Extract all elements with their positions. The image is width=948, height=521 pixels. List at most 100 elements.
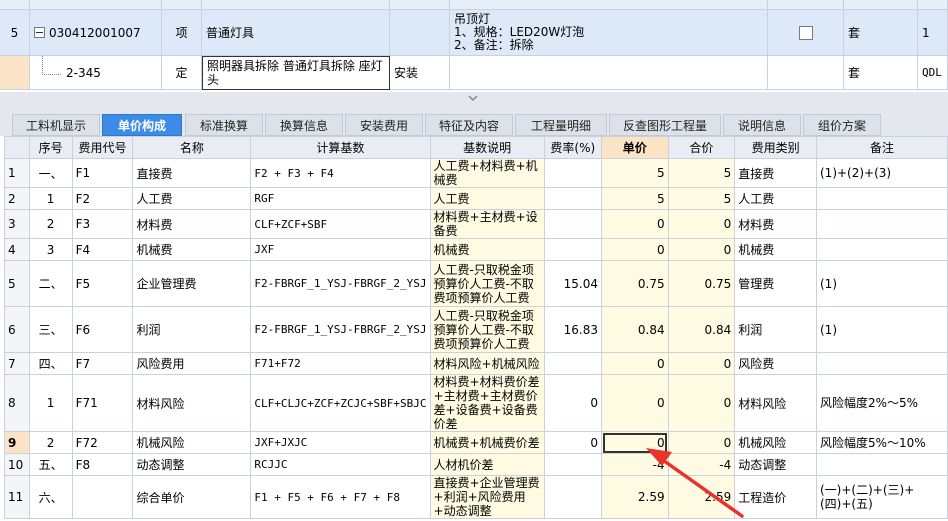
code-cell[interactable]: F6 (71, 306, 134, 353)
note-cell[interactable] (816, 238, 948, 261)
seq-cell[interactable]: 四、 (28, 352, 73, 375)
panel-splitter[interactable] (0, 92, 948, 107)
desc-cell[interactable]: 材料费+主材费+设备费 (429, 209, 545, 239)
item-row-partial[interactable] (0, 0, 948, 10)
tab-installation-cost[interactable]: 安装费用 (345, 114, 423, 136)
unit-price-cell[interactable]: 0 (601, 238, 669, 261)
unit-price-cell[interactable]: -4 (601, 453, 669, 476)
tab-material-machine[interactable]: 工料机显示 (12, 114, 100, 136)
category-cell[interactable]: 人工费 (734, 187, 817, 210)
tab-description[interactable]: 说明信息 (723, 114, 801, 136)
name-cell[interactable]: 利润 (132, 306, 252, 353)
name-cell[interactable]: 机械费 (132, 238, 252, 261)
rate-cell[interactable] (543, 453, 603, 476)
table-row[interactable]: 7 四、 F7 风险费用 F71+F72 材料风险+机械风险 0 0 风险费 (4, 352, 948, 375)
total-cell[interactable]: 0 (667, 431, 736, 454)
total-cell[interactable]: 0 (667, 238, 736, 261)
category-cell[interactable]: 管理费 (734, 260, 817, 307)
unit-price-cell[interactable]: 2.59 (601, 475, 669, 519)
category-cell[interactable]: 工程造价 (734, 475, 817, 519)
unit-price-cell[interactable]: 0 (601, 431, 669, 454)
quota-name[interactable]: 照明器具拆除 普通灯具拆除 座灯头 (202, 56, 390, 90)
name-cell[interactable]: 直接费 (132, 158, 252, 188)
item-features[interactable]: 吊顶灯 1、规格：LED20W灯泡 2、备注：拆除 (450, 10, 768, 56)
desc-cell[interactable]: 人材机价差 (429, 453, 545, 476)
desc-cell[interactable]: 人工费-只取税金项预算价人工费-不取费项预算价人工费 (429, 260, 545, 307)
tab-unit-price-composition[interactable]: 单价构成 (102, 114, 182, 136)
item-row-2-345[interactable]: 2-345 定 照明器具拆除 普通灯具拆除 座灯头 安装 套 QDL (0, 56, 948, 90)
header-cell-unit-price[interactable]: 单价 (601, 136, 669, 159)
unit-price-cell[interactable]: 5 (601, 187, 669, 210)
base-cell[interactable]: F2-FBRGF_1_YSJ-FBRGF_2_YSJ (250, 260, 431, 307)
category-cell[interactable]: 利润 (734, 306, 817, 353)
base-cell[interactable]: F2 + F3 + F4 (250, 158, 431, 188)
base-cell[interactable]: F71+F72 (250, 352, 431, 375)
name-cell[interactable]: 企业管理费 (132, 260, 252, 307)
note-cell[interactable]: (一)+(二)+(三)+(四)+(五) (816, 475, 948, 519)
code-cell[interactable]: F71 (71, 374, 134, 432)
code-cell[interactable]: F4 (71, 238, 134, 261)
rate-cell[interactable]: 0 (543, 374, 603, 432)
seq-cell[interactable]: 三、 (28, 306, 73, 353)
note-cell[interactable] (816, 187, 948, 210)
note-cell[interactable] (816, 209, 948, 239)
table-row[interactable]: 4 3 F4 机械费 JXF 机械费 0 0 机械费 (4, 238, 948, 261)
seq-cell[interactable]: 2 (28, 209, 73, 239)
table-row[interactable]: 2 1 F2 人工费 RGF 人工费 5 5 人工费 (4, 187, 948, 210)
code-cell[interactable]: F2 (71, 187, 134, 210)
rate-cell[interactable] (543, 475, 603, 519)
base-cell[interactable]: JXF (250, 238, 431, 261)
collapse-arrow-icon[interactable] (468, 95, 478, 101)
tab-pricing-scheme[interactable]: 组价方案 (803, 114, 881, 136)
desc-cell[interactable]: 机械费+机械费价差 (429, 431, 545, 454)
header-cell[interactable]: 费用类别 (734, 136, 817, 159)
header-cell[interactable]: 名称 (132, 136, 252, 159)
note-cell[interactable] (816, 453, 948, 476)
header-cell[interactable]: 基数说明 (429, 136, 545, 159)
total-cell[interactable]: 0.84 (667, 306, 736, 353)
header-cell[interactable]: 费用代号 (71, 136, 134, 159)
table-row[interactable]: 8 1 F71 材料风险 CLF+CLJC+ZCF+ZCJC+SBF+SBJC 材料费+材… (4, 374, 948, 432)
table-row[interactable]: 1 一、 F1 直接费 F2 + F3 + F4 人工费+材料费+机械费 5 5 直接费 (1)+… (4, 158, 948, 188)
note-cell[interactable]: 风险幅度5%～10% (816, 431, 948, 454)
tab-features[interactable]: 特征及内容 (425, 114, 513, 136)
seq-cell[interactable]: 二、 (28, 260, 73, 307)
name-cell[interactable]: 机械风险 (132, 431, 252, 454)
item-checkbox[interactable] (798, 25, 813, 40)
table-row[interactable]: 11 六、 综合单价 F1 + F5 + F6 + F7 + F8 直接费+企业管理费+… (4, 475, 948, 519)
rate-cell[interactable] (543, 238, 603, 261)
rate-cell[interactable] (543, 158, 603, 188)
rate-cell[interactable]: 15.04 (543, 260, 603, 307)
desc-cell[interactable]: 材料风险+机械风险 (429, 352, 545, 375)
total-cell[interactable]: 2.59 (667, 475, 736, 519)
table-row[interactable]: 5 二、 F5 企业管理费 F2-FBRGF_1_YSJ-FBRGF_2_YSJ 人工费-… (4, 260, 948, 307)
base-cell[interactable]: JXF+JXJC (250, 431, 431, 454)
total-cell[interactable]: 0 (667, 209, 736, 239)
base-cell[interactable]: F2-FBRGF_1_YSJ-FBRGF_2_YSJ (250, 306, 431, 353)
desc-cell[interactable]: 材料费+材料费价差+主材费+主材费价差+设备费+设备费价差 (429, 374, 545, 432)
total-cell[interactable]: 0 (667, 374, 736, 432)
name-cell[interactable]: 综合单价 (132, 475, 252, 519)
header-cell[interactable]: 备注 (816, 136, 948, 159)
note-cell[interactable]: 风险幅度2%～5% (816, 374, 948, 432)
item-name[interactable]: 普通灯具 (202, 10, 390, 56)
name-cell[interactable]: 材料风险 (132, 374, 252, 432)
table-row[interactable]: 10 五、 F8 动态调整 RCJJC 人材机价差 -4 -4 动态调整 (4, 453, 948, 476)
desc-cell[interactable]: 人工费 (429, 187, 545, 210)
note-cell[interactable]: (1) (816, 306, 948, 353)
seq-cell[interactable]: 五、 (28, 453, 73, 476)
code-cell[interactable]: F72 (71, 431, 134, 454)
base-cell[interactable]: CLF+ZCF+SBF (250, 209, 431, 239)
rate-cell[interactable]: 0 (543, 431, 603, 454)
code-cell[interactable]: F7 (71, 352, 134, 375)
desc-cell[interactable]: 人工费-只取税金项预算价人工费-不取费项预算价人工费 (429, 306, 545, 353)
code-cell[interactable] (71, 475, 134, 519)
code-cell[interactable]: F3 (71, 209, 134, 239)
table-row[interactable]: 3 2 F3 材料费 CLF+ZCF+SBF 材料费+主材费+设备费 0 0 材料费 (4, 209, 948, 239)
rate-cell[interactable] (543, 209, 603, 239)
category-cell[interactable]: 机械费 (734, 238, 817, 261)
header-cell[interactable]: 计算基数 (250, 136, 431, 159)
total-cell[interactable]: 5 (667, 187, 736, 210)
base-cell[interactable]: RGF (250, 187, 431, 210)
category-cell[interactable]: 风险费 (734, 352, 817, 375)
